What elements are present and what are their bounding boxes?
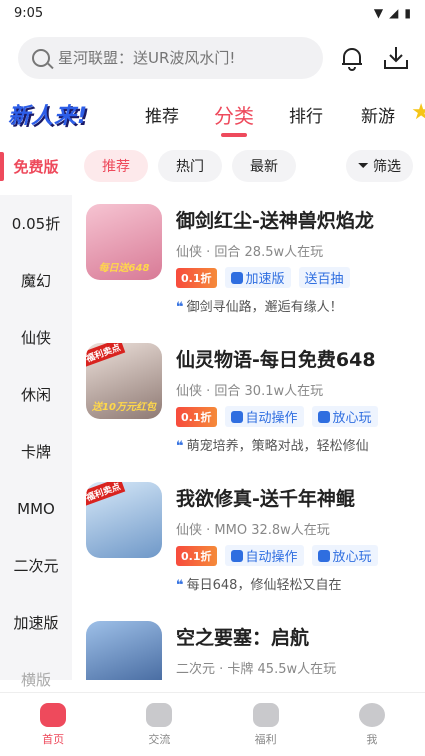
chip-hot[interactable]: 热门: [158, 150, 222, 182]
thumb-badge: 福利卖点: [86, 343, 126, 367]
game-list-area: 推荐 热门 最新 ⏷ 筛选 每日送648 御剑红尘-送神兽炽焰龙 仙侠 · 回合…: [72, 138, 425, 680]
game-desc: ❝ 御剑寻仙路，邂逅有缘人！: [176, 300, 343, 315]
thumb-badge: 福利卖点: [86, 482, 126, 506]
sidebar-item-card[interactable]: 卡牌: [0, 423, 72, 480]
tab-welfare[interactable]: 福利: [213, 693, 319, 756]
tag-auto: 自动操作: [224, 406, 304, 427]
new-user-logo[interactable]: 新人来!: [8, 98, 126, 130]
discount-badge: 0.1折: [176, 267, 217, 288]
game-meta: 仙侠 · 回合 30.1w人在玩: [176, 384, 324, 399]
tab-ranking[interactable]: 排行: [270, 102, 342, 127]
quote-icon: ❝: [176, 300, 184, 315]
tag-speed: 加速版: [224, 267, 291, 288]
gift-icon: [252, 702, 279, 727]
category-main: 免费版 0.05折 魔幻 仙侠 休闲 卡牌 MMO 二次元 加速版 横版 推荐 …: [0, 138, 425, 689]
sidebar-item-anime[interactable]: 二次元: [0, 537, 72, 594]
filter-icon: ⏷: [357, 158, 369, 174]
tag-auto: 自动操作: [224, 545, 304, 566]
game-tags: 0.1折 自动操作 放心玩: [176, 406, 413, 427]
chip-recommend[interactable]: 推荐: [84, 150, 148, 182]
game-thumbnail: [86, 621, 162, 680]
filter-label: 筛选: [373, 159, 401, 175]
game-meta: 仙侠 · MMO 32.8w人在玩: [176, 523, 330, 538]
search-icon: [32, 49, 50, 67]
game-tags: 0.1折 自动操作 放心玩: [176, 545, 413, 566]
search-bar[interactable]: [18, 37, 323, 79]
sidebar-item-casual[interactable]: 休闲: [0, 366, 72, 423]
tab-recommend[interactable]: 推荐: [126, 102, 198, 127]
thumb-overlay-text: 送10万元红包: [92, 402, 156, 413]
signal-icon: ◢: [389, 6, 399, 20]
chip-latest[interactable]: 最新: [232, 150, 296, 182]
game-title: 仙灵物语-每日免费648: [176, 349, 376, 371]
home-icon: [40, 702, 67, 727]
bottom-tab-bar: 首页 交流 福利 我: [0, 692, 425, 756]
search-input[interactable]: [58, 49, 309, 67]
game-thumbnail: 福利卖点 送10万元红包: [86, 343, 162, 419]
tab-new-games[interactable]: 新游: [342, 102, 414, 127]
game-title: 我欲修真-送千年神鲲: [176, 488, 355, 510]
tab-home[interactable]: 首页: [0, 693, 106, 756]
game-thumbnail: 福利卖点: [86, 482, 162, 558]
quote-icon: ❝: [176, 439, 184, 454]
status-icons: ▼ ◢ ▮: [374, 6, 411, 20]
status-bar: 9:05 ▼ ◢ ▮: [0, 0, 425, 26]
notification-bell-icon[interactable]: [337, 43, 367, 73]
chat-icon: [146, 702, 173, 727]
filter-bar: 推荐 热门 最新 ⏷ 筛选: [72, 138, 425, 192]
status-time: 9:05: [14, 5, 44, 21]
sidebar-item-free[interactable]: 免费版: [0, 138, 72, 195]
rocket-icon: [230, 271, 243, 284]
auto-icon: [230, 549, 243, 562]
game-desc: ❝ 每日648，修仙轻松又自在: [176, 578, 342, 593]
category-nav: 新人来! 推荐 分类 排行 新游 ★: [0, 90, 425, 138]
sidebar-item-xianxia[interactable]: 仙侠: [0, 309, 72, 366]
star-icon: ★: [411, 100, 425, 125]
sidebar-item-accelerated[interactable]: 加速版: [0, 594, 72, 651]
discount-badge: 0.1折: [176, 545, 217, 566]
thumb-overlay-text: 每日送648: [98, 263, 150, 274]
quote-icon: ❝: [176, 578, 184, 593]
tab-me[interactable]: 我: [319, 693, 425, 756]
tag-safe: 放心玩: [311, 406, 378, 427]
game-item[interactable]: 福利卖点 我欲修真-送千年神鲲 仙侠 · MMO 32.8w人在玩 0.1折 自…: [72, 470, 425, 609]
game-tags: 0.1折 加速版 送百抽: [176, 267, 413, 288]
sidebar-item-mmo[interactable]: MMO: [0, 480, 72, 537]
game-meta: 仙侠 · 回合 28.5w人在玩: [176, 245, 324, 260]
game-item[interactable]: 空之要塞：启航 二次元 · 卡牌 45.5w人在玩: [72, 609, 425, 680]
game-thumbnail: 每日送648: [86, 204, 162, 280]
category-sidebar: 免费版 0.05折 魔幻 仙侠 休闲 卡牌 MMO 二次元 加速版 横版: [0, 138, 72, 689]
game-meta: 二次元 · 卡牌 45.5w人在玩: [176, 662, 337, 677]
tab-community[interactable]: 交流: [106, 693, 212, 756]
tag-gift: 送百抽: [298, 267, 350, 288]
filter-button[interactable]: ⏷ 筛选: [345, 150, 413, 182]
game-desc: ❝ 萌宠培养，策略对战，轻松修仙: [176, 439, 369, 454]
game-item[interactable]: 福利卖点 送10万元红包 仙灵物语-每日免费648 仙侠 · 回合 30.1w人…: [72, 331, 425, 470]
profile-icon: [358, 702, 385, 727]
game-title: 御剑红尘-送神兽炽焰龙: [176, 210, 374, 232]
wifi-icon: ▼: [373, 6, 384, 20]
auto-icon: [230, 410, 243, 423]
tag-safe: 放心玩: [311, 545, 378, 566]
top-bar: [0, 26, 425, 90]
download-icon[interactable]: [381, 43, 411, 73]
tab-category[interactable]: 分类: [198, 100, 270, 129]
discount-badge: 0.1折: [176, 406, 217, 427]
sidebar-item-discount[interactable]: 0.05折: [0, 195, 72, 252]
sidebar-item-fantasy[interactable]: 魔幻: [0, 252, 72, 309]
battery-icon: ▮: [404, 6, 411, 20]
game-title: 空之要塞：启航: [176, 627, 310, 649]
shield-icon: [317, 549, 330, 562]
game-item[interactable]: 每日送648 御剑红尘-送神兽炽焰龙 仙侠 · 回合 28.5w人在玩 0.1折…: [72, 192, 425, 331]
shield-icon: [317, 410, 330, 423]
